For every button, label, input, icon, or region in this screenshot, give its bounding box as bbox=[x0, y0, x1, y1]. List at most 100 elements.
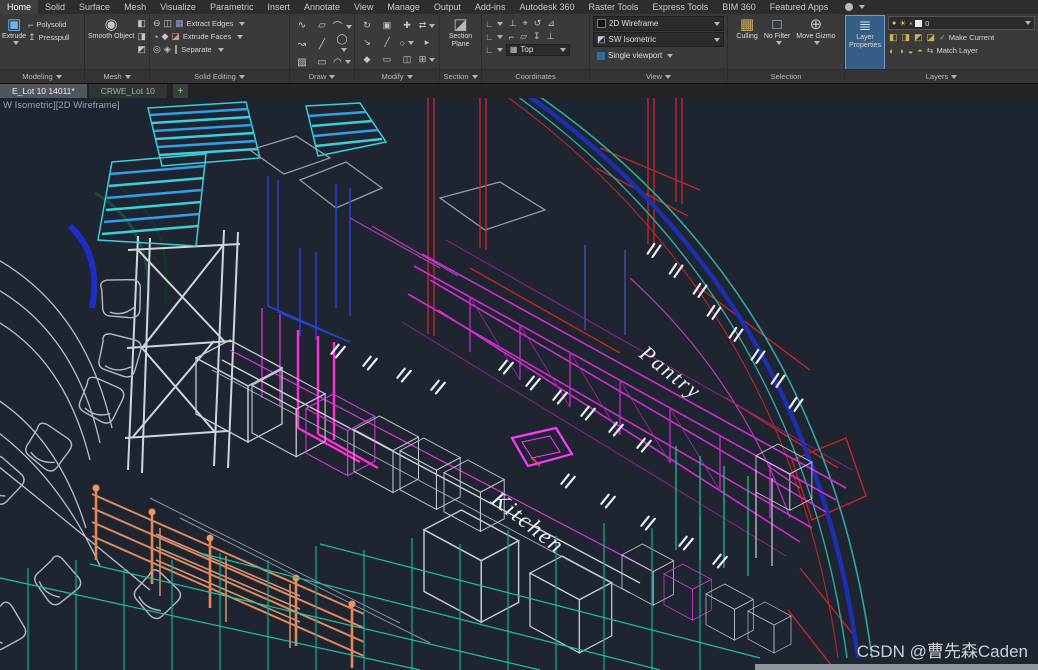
no-filter-button[interactable]: □ No Filter bbox=[764, 15, 790, 70]
taper-faces-icon[interactable]: ◈ bbox=[164, 44, 171, 55]
panel-label-selection[interactable]: Selection bbox=[728, 69, 844, 83]
layer-off-icon[interactable]: ◧ bbox=[889, 32, 898, 43]
viewport-config-dropdown[interactable]: Single viewport bbox=[593, 48, 724, 63]
tab-autodesk360[interactable]: Autodesk 360 bbox=[512, 0, 581, 14]
mirror-icon[interactable]: ⇄ bbox=[419, 20, 436, 31]
match-layer-button[interactable]: ⇆ Match Layer bbox=[927, 44, 978, 57]
file-tab-inactive[interactable]: CRWE_Lot 10 bbox=[89, 84, 167, 98]
ellipse-icon[interactable]: ◠ bbox=[333, 57, 351, 68]
array-icon[interactable]: ⊞ bbox=[419, 54, 436, 65]
culling-button[interactable]: ▦ Culling bbox=[736, 15, 757, 70]
drawing-canvas[interactable]: W Isometric][2D Wireframe] bbox=[0, 98, 1038, 670]
view-preset-combo[interactable]: ◩ SW Isometric bbox=[593, 32, 724, 47]
polysolid-button[interactable]: ⌐ Polysolid bbox=[28, 18, 69, 31]
tab-visualize[interactable]: Visualize bbox=[153, 0, 203, 14]
ucs-world-icon[interactable]: ⊥ bbox=[509, 18, 517, 29]
make-current-button[interactable]: ✓ Make Current bbox=[939, 31, 994, 44]
layer-combo[interactable]: ● ☀ ▪ 0 bbox=[888, 16, 1035, 30]
arc-icon[interactable]: ⌒ bbox=[333, 18, 352, 33]
panel-label-view[interactable]: View bbox=[590, 69, 727, 83]
polygon-icon[interactable]: ▱ bbox=[318, 20, 326, 31]
ucs-3point-icon[interactable]: ⊥ bbox=[547, 31, 555, 42]
tab-solid[interactable]: Solid bbox=[38, 0, 72, 14]
mesh-crease-icon[interactable]: ◩ bbox=[137, 44, 146, 55]
rectangle-icon[interactable]: ▭ bbox=[317, 57, 326, 68]
horizontal-scrollbar[interactable] bbox=[755, 664, 1038, 670]
smooth-object-button[interactable]: ◉ Smooth Object bbox=[88, 15, 134, 70]
move-icon[interactable]: ✚ bbox=[403, 20, 411, 31]
visual-style-combo[interactable]: 2D Wireframe bbox=[593, 16, 724, 31]
tab-surface[interactable]: Surface bbox=[72, 0, 117, 14]
mesh-refine-icon[interactable]: ◨ bbox=[137, 31, 146, 42]
stretch-icon[interactable]: ↘ bbox=[363, 37, 371, 48]
named-ucs-combo[interactable]: ▦ Top bbox=[506, 44, 570, 56]
panel-label-draw[interactable]: Draw bbox=[290, 69, 354, 83]
section-plane-button[interactable]: ◪ Section Plane bbox=[440, 15, 481, 70]
tab-manage[interactable]: Manage bbox=[380, 0, 427, 14]
layer-unisolate-icon[interactable]: ◑ bbox=[898, 46, 903, 56]
tab-bim360[interactable]: BIM 360 bbox=[715, 0, 763, 14]
viewport-controls-label[interactable]: W Isometric][2D Wireframe] bbox=[3, 100, 120, 111]
erase-icon[interactable]: ▭ bbox=[383, 54, 392, 65]
panel-label-mesh[interactable]: Mesh bbox=[85, 69, 149, 83]
layer-unlock-tool-icon[interactable]: ◓ bbox=[917, 46, 922, 56]
panel-label-section[interactable]: Section bbox=[440, 69, 481, 83]
offset-icon[interactable]: ◫ bbox=[403, 54, 412, 65]
extrude-button[interactable]: ▣ Extrude bbox=[2, 15, 26, 70]
fillet-edge-icon[interactable]: ◆ bbox=[161, 31, 168, 42]
extrude-faces-button[interactable]: ◪ Extrude Faces bbox=[171, 30, 243, 43]
tab-featured-apps[interactable]: Featured Apps bbox=[763, 0, 836, 14]
trim-icon[interactable]: ╱ bbox=[384, 37, 389, 48]
ribbon-display-toggle[interactable] bbox=[845, 0, 865, 14]
layer-thaw-tool-icon[interactable]: ◒ bbox=[908, 46, 913, 56]
slice-icon[interactable]: ◫ bbox=[164, 18, 173, 29]
file-tab-active[interactable]: E_Lot 10 14011* bbox=[0, 84, 87, 98]
circle-icon[interactable]: ◯ bbox=[332, 34, 352, 56]
fillet-icon[interactable]: ○ bbox=[400, 38, 414, 48]
explode-icon[interactable]: ▸ bbox=[425, 37, 430, 48]
layer-lock-tool-icon[interactable]: ◪ bbox=[927, 32, 936, 43]
scale-icon[interactable]: ◆ bbox=[364, 54, 371, 65]
ucs-previous-icon[interactable]: ↺ bbox=[534, 18, 542, 29]
tab-output[interactable]: Output bbox=[427, 0, 468, 14]
new-drawing-tab-button[interactable]: + bbox=[173, 84, 188, 98]
copy-icon[interactable]: ▣ bbox=[383, 20, 392, 31]
shell-icon[interactable]: ◎ bbox=[153, 44, 161, 55]
hatch-icon[interactable]: ▨ bbox=[297, 57, 306, 68]
layer-properties-button[interactable]: ≣ Layer Properties bbox=[845, 15, 885, 70]
ucs-origin-icon[interactable]: ⌖ bbox=[523, 18, 528, 29]
tab-mesh[interactable]: Mesh bbox=[117, 0, 153, 14]
panel-label-layers[interactable]: Layers bbox=[845, 69, 1038, 83]
presspull-button[interactable]: ↥ Presspull bbox=[28, 31, 69, 44]
layer-on-tool-icon[interactable]: ◐ bbox=[889, 46, 894, 56]
extract-edges-button[interactable]: ▦ Extract Edges bbox=[175, 17, 245, 30]
ucs-object-icon[interactable]: ↧ bbox=[533, 31, 541, 42]
layer-isolate-icon[interactable]: ◨ bbox=[902, 32, 911, 43]
rotate-icon[interactable]: ↻ bbox=[363, 20, 371, 31]
move-gizmo-button[interactable]: ⊕ Move Gizmo bbox=[796, 15, 835, 70]
ucs-face-icon[interactable]: ⊿ bbox=[547, 18, 555, 29]
layer-freeze-icon[interactable]: ◩ bbox=[914, 32, 923, 43]
ucs-view-icon[interactable]: ▱ bbox=[520, 31, 527, 42]
panel-label-solid-editing[interactable]: Solid Editing bbox=[150, 69, 289, 83]
line-icon[interactable]: ╱ bbox=[319, 39, 325, 50]
ucs-icon-toggle[interactable]: ∟ bbox=[485, 45, 503, 55]
panel-label-coordinates[interactable]: Coordinates bbox=[482, 69, 589, 83]
tab-annotate[interactable]: Annotate bbox=[297, 0, 347, 14]
panel-label-modeling[interactable]: Modeling bbox=[0, 69, 84, 83]
tab-raster-tools[interactable]: Raster Tools bbox=[581, 0, 645, 14]
tab-home[interactable]: Home bbox=[0, 0, 38, 14]
spline-icon[interactable]: ∿ bbox=[298, 20, 306, 31]
tab-insert[interactable]: Insert bbox=[260, 0, 297, 14]
interfere-icon[interactable]: ◔ bbox=[153, 32, 158, 42]
tab-express-tools[interactable]: Express Tools bbox=[645, 0, 715, 14]
separate-button[interactable]: ∥ Separate bbox=[174, 43, 224, 56]
ucs-named-icon[interactable]: ∟ bbox=[485, 32, 503, 42]
panel-label-modify[interactable]: Modify bbox=[355, 69, 439, 83]
tab-view[interactable]: View bbox=[347, 0, 380, 14]
ucs-icon[interactable]: ∟ bbox=[485, 19, 503, 29]
polyline-icon[interactable]: ↝ bbox=[298, 39, 306, 50]
tab-parametric[interactable]: Parametric bbox=[203, 0, 261, 14]
ucs-z-axis-icon[interactable]: ⌐ bbox=[509, 32, 514, 42]
tab-addins[interactable]: Add-ins bbox=[468, 0, 513, 14]
